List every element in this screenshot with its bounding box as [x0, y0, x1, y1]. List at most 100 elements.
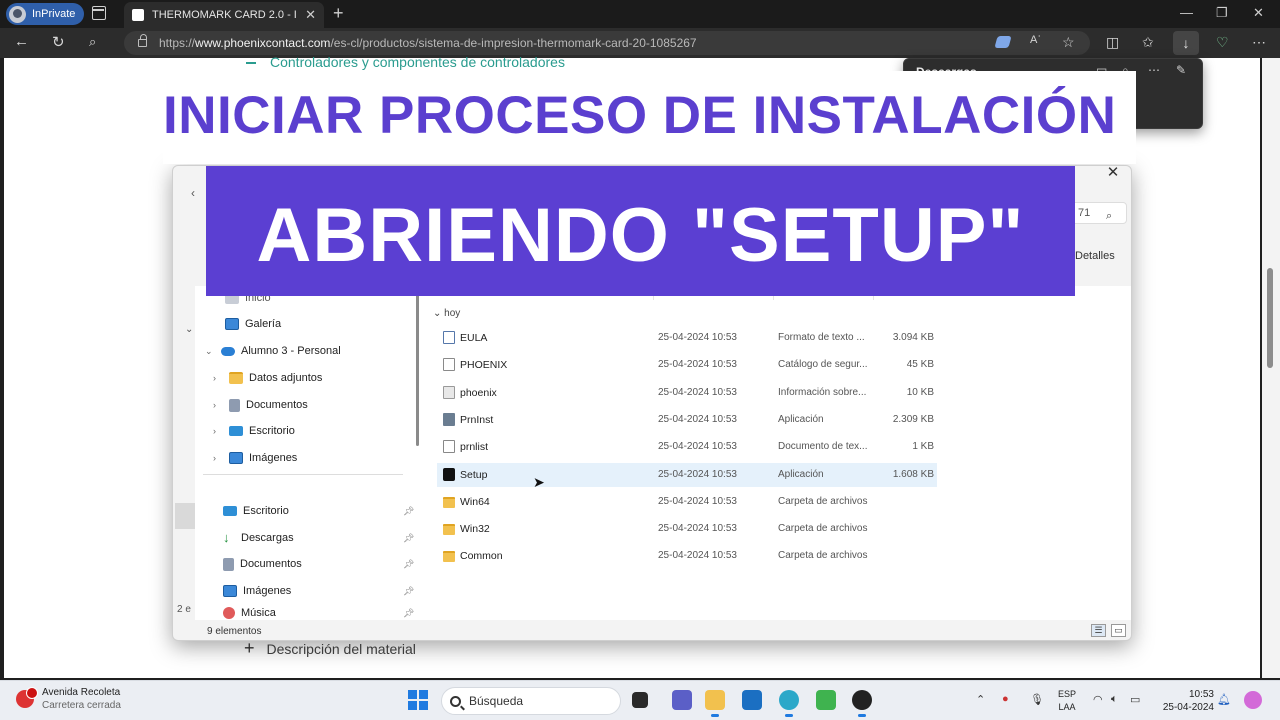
nav-item-desktop-cloud[interactable]: › Escritorio — [213, 420, 295, 442]
refresh-icon[interactable]: ↻ — [52, 33, 65, 51]
setup-info-icon — [443, 385, 455, 399]
page-scrollbar-thumb[interactable] — [1267, 268, 1273, 368]
status-bar-count: 9 elementos — [207, 626, 262, 637]
weather-widget[interactable]: Avenida Recoleta Carretera cerrada — [16, 687, 121, 711]
nav-item-documents[interactable]: Documentos 📌︎ — [223, 553, 414, 575]
file-date: 25-04-2024 10:53 — [658, 359, 737, 371]
chevron-right-icon[interactable]: › — [213, 426, 223, 436]
nav-item-documents-cloud[interactable]: › Documentos — [213, 394, 308, 416]
favorites-icon[interactable]: ✩ — [1142, 34, 1154, 51]
back-icon[interactable]: ← — [14, 33, 29, 50]
overlay-top-banner: INICIAR PROCESO DE INSTALACIÓN — [163, 71, 1136, 164]
notifications-bell-icon[interactable]: 🔔︎ — [1217, 693, 1231, 706]
pin-icon[interactable]: 📌︎ — [403, 533, 414, 544]
page-description-accordion[interactable]: + Descripción del material — [244, 638, 416, 659]
tab-close-icon[interactable]: ✕ — [305, 7, 316, 23]
inprivate-label: InPrivate — [32, 8, 76, 20]
nav-item-gallery[interactable]: Galería — [225, 313, 281, 335]
page-item-label: Controladores y componentes de controlad… — [270, 54, 565, 70]
split-screen-icon[interactable]: ◫ — [1106, 34, 1119, 51]
file-type: Carpeta de archivos — [778, 495, 868, 507]
browser-essentials-icon[interactable]: ♡ — [1216, 34, 1229, 51]
profile-avatar-icon — [9, 5, 26, 23]
pin-icon[interactable]: 📌︎ — [403, 559, 414, 570]
chevron-down-icon: ⌄ — [433, 308, 445, 319]
chevron-down-icon[interactable]: ⌄ — [205, 346, 215, 357]
pin-icon[interactable]: 📌︎ — [403, 586, 414, 597]
browser-tab-active[interactable]: THERMOMARK CARD 2.0 - Impre ✕ — [124, 2, 324, 28]
file-row[interactable]: prnlist 25-04-2024 10:53 Documento de tex.… — [437, 435, 937, 459]
app-icon[interactable] — [816, 690, 836, 710]
copilot-icon[interactable] — [1244, 691, 1262, 709]
pin-icon[interactable]: ✎ — [1176, 63, 1186, 77]
clock-time: 10:53 — [1188, 689, 1214, 700]
teams-icon[interactable] — [672, 690, 692, 710]
pin-icon[interactable]: 📌︎ — [403, 506, 414, 517]
mouse-cursor-icon: ➤ — [533, 474, 545, 490]
details-view-icon[interactable]: ☰ — [1091, 624, 1106, 637]
taskbar-clock[interactable]: 10:53 25-04-2024 — [1154, 688, 1214, 714]
language-indicator[interactable]: ESP LAA — [1055, 688, 1079, 714]
file-row[interactable]: Setup 25-04-2024 10:53 Aplicación 1.608 KB — [437, 462, 937, 487]
file-explorer-taskbar-icon[interactable] — [705, 690, 725, 717]
github-icon[interactable] — [852, 690, 872, 717]
taskbar-search[interactable]: Búsqueda — [441, 687, 621, 715]
file-row[interactable]: phoenix 25-04-2024 10:53 Información sobre… — [437, 381, 937, 405]
edge-icon[interactable] — [779, 690, 799, 717]
file-row[interactable]: Common 25-04-2024 10:53 Carpeta de archivo… — [437, 544, 937, 568]
inprivate-profile-button[interactable]: InPrivate — [6, 3, 85, 25]
window-close-icon[interactable]: ✕ — [1253, 5, 1264, 21]
chevron-right-icon[interactable]: › — [213, 453, 223, 463]
file-name: phoenix — [460, 386, 497, 399]
file-row[interactable]: PHOENIX 25-04-2024 10:53 Catálogo de segur… — [437, 353, 937, 377]
wifi-icon[interactable]: ◠ — [1093, 693, 1103, 706]
downloads-more-icon[interactable]: ⋯ — [1148, 63, 1160, 77]
favorite-star-icon[interactable]: ☆ — [1062, 34, 1075, 51]
task-view-icon[interactable] — [632, 692, 648, 708]
file-row[interactable]: PrnInst 25-04-2024 10:53 Aplicación 2.309 K… — [437, 408, 937, 432]
file-type: Formato de texto ... — [778, 332, 865, 343]
file-row[interactable]: Win32 25-04-2024 10:53 Carpeta de archivos — [437, 517, 937, 541]
show-hidden-icons-icon[interactable]: ⌃ — [976, 693, 985, 706]
file-date: 25-04-2024 10:53 — [658, 413, 737, 425]
pin-icon[interactable]: 📌︎ — [403, 608, 414, 619]
volume-icon[interactable]: 🔈︎ — [1111, 693, 1118, 706]
minimize-icon[interactable]: — — [1180, 5, 1193, 20]
chevron-right-icon[interactable]: › — [213, 373, 223, 383]
microphone-icon[interactable]: 🎙︎ — [1030, 693, 1044, 706]
address-bar[interactable]: https:// www.phoenixcontact.com /es-cl/p… — [124, 31, 1090, 55]
downloads-icon[interactable]: ↓ — [1173, 31, 1199, 55]
security-icon[interactable]: ● — [1002, 693, 1009, 705]
nav-item-music[interactable]: Música 📌︎ — [223, 606, 414, 620]
nav-item-pictures-cloud[interactable]: › Imágenes — [213, 447, 297, 469]
read-aloud-icon[interactable]: Aʾ — [1030, 34, 1041, 46]
nav-item-desktop[interactable]: Escritorio 📌︎ — [223, 500, 414, 522]
tiles-view-icon[interactable]: ▭ — [1111, 624, 1126, 637]
file-row[interactable]: EULA 25-04-2024 10:53 Formato de texto ...… — [437, 326, 937, 350]
explorer-back-icon[interactable]: ‹ — [191, 186, 195, 200]
search-icon[interactable]: ⌕ — [89, 34, 96, 50]
expand-chevron-icon[interactable]: ⌄ — [185, 324, 193, 335]
start-button-icon[interactable] — [408, 690, 428, 710]
nav-pane-scrollbar[interactable] — [416, 294, 419, 446]
page-accordion-item[interactable]: Controladores y componentes de controlad… — [246, 54, 565, 70]
details-pane-button[interactable]: Detalles — [1075, 250, 1115, 262]
nav-item-onedrive[interactable]: ⌄ Alumno 3 - Personal — [205, 340, 341, 362]
new-tab-icon[interactable]: + — [333, 3, 344, 24]
explorer-close-icon[interactable]: ✕ — [1102, 166, 1124, 188]
page-scrollbar[interactable] — [1262, 58, 1280, 678]
explorer-search-icon: ⌕ — [1106, 210, 1113, 222]
more-menu-icon[interactable]: ⋯ — [1252, 34, 1266, 51]
group-header-today[interactable]: ⌄ hoy — [433, 308, 460, 319]
lock-icon — [138, 34, 147, 47]
outlook-icon[interactable] — [742, 690, 762, 710]
nav-item-pictures[interactable]: Imágenes 📌︎ — [223, 580, 414, 602]
nav-item-downloads[interactable]: ↓ Descargas 📌︎ — [223, 527, 414, 549]
maximize-icon[interactable]: ❐ — [1216, 5, 1228, 21]
nav-item-attachments[interactable]: › Datos adjuntos — [213, 367, 322, 389]
file-row[interactable]: Win64 25-04-2024 10:53 Carpeta de archivos — [437, 490, 937, 514]
tab-actions-icon[interactable] — [92, 6, 106, 20]
chevron-right-icon[interactable]: › — [213, 400, 223, 410]
file-size: 45 KB — [906, 359, 934, 371]
battery-icon[interactable]: ▭ — [1130, 693, 1140, 706]
